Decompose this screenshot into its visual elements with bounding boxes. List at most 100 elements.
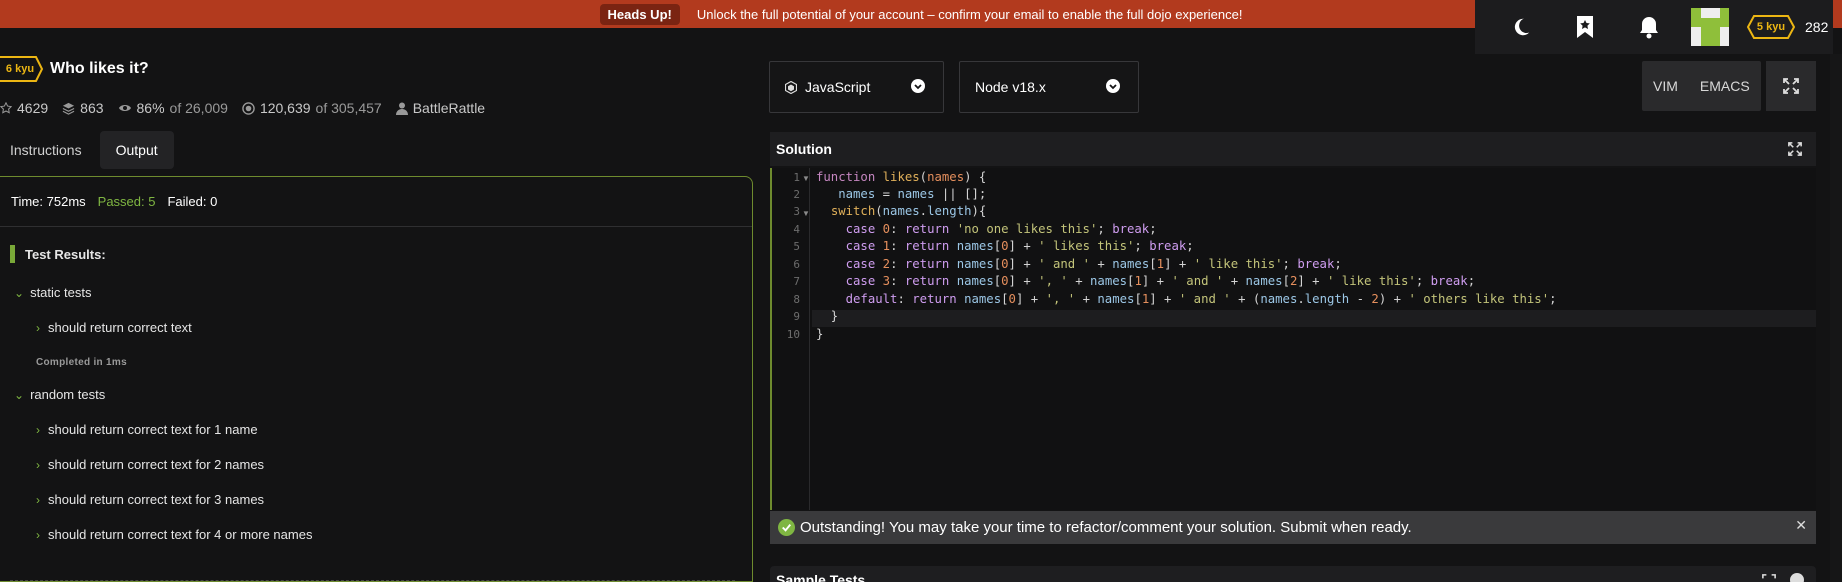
- code-line: switch(names.length){: [830, 204, 987, 218]
- code-line: default: return names[0] + ', ' + names[…: [845, 292, 1557, 306]
- heads-up-badge: Heads Up!: [599, 3, 680, 25]
- code-line: }: [816, 327, 824, 341]
- test-item[interactable]: › should return correct text for 4 or mo…: [36, 527, 312, 542]
- notifications-button[interactable]: [1617, 15, 1681, 39]
- check-circle-icon: [778, 519, 795, 536]
- line-number: 3: [793, 205, 800, 218]
- completed-stat: 120,639 of 305,457: [242, 100, 382, 116]
- language-select[interactable]: JavaScript: [769, 61, 944, 113]
- passed-label: Passed: 5: [97, 194, 156, 209]
- test-item[interactable]: › should return correct text for 1 name: [36, 422, 258, 437]
- close-icon[interactable]: ✕: [1795, 517, 1807, 534]
- tab-output[interactable]: Output: [99, 131, 174, 169]
- user-icon: [395, 102, 408, 115]
- version-select[interactable]: Node v18.x: [959, 61, 1139, 113]
- line-number: 9: [793, 310, 800, 323]
- output-panel: Time: 752ms Passed: 5 Failed: 0 Test Res…: [0, 176, 753, 582]
- stars-stat[interactable]: 4629: [0, 100, 48, 116]
- emacs-mode-button[interactable]: EMACS: [1689, 61, 1761, 111]
- time-label: Time: 752ms: [11, 194, 86, 209]
- avatar[interactable]: [1691, 8, 1729, 46]
- bell-icon: [1640, 17, 1658, 39]
- test-item[interactable]: › should return correct text: [36, 320, 192, 335]
- author-link[interactable]: BattleRattle: [395, 100, 485, 116]
- line-number: 8: [793, 293, 800, 306]
- editor-mode-group: VIM EMACS: [1642, 61, 1761, 111]
- satisfaction-stat: 86% of 26,009: [118, 100, 228, 116]
- active-line-highlight: [812, 310, 1816, 327]
- code-editor[interactable]: 1 2 3 4 5 6 7 8 9 10 ▼ ▼ function likes(…: [770, 168, 1816, 510]
- chevron-right-icon: ›: [36, 457, 40, 472]
- line-number: 4: [793, 223, 800, 236]
- kata-rank-badge: 6 kyu: [0, 56, 44, 82]
- test-summary: Time: 752ms Passed: 5 Failed: 0: [0, 177, 752, 227]
- success-message: Outstanding! You may take your time to r…: [800, 519, 1412, 536]
- results-bar: [10, 245, 15, 263]
- expand-icon: [1783, 78, 1799, 94]
- sample-tests-title: Sample Tests: [776, 572, 866, 582]
- moon-icon: [1514, 18, 1530, 36]
- fullscreen-button[interactable]: [1766, 61, 1816, 111]
- language-value: JavaScript: [805, 79, 871, 95]
- line-number: 6: [793, 258, 800, 271]
- code-line: case 0: return 'no one likes this'; brea…: [845, 222, 1157, 236]
- vim-mode-button[interactable]: VIM: [1642, 61, 1689, 111]
- chevron-down-icon: ⌄: [14, 387, 25, 402]
- user-toolbar: 5 kyu 282: [1475, 0, 1833, 54]
- group-static-tests[interactable]: ⌄ static tests: [14, 285, 91, 300]
- target-icon: [242, 101, 255, 115]
- sample-tests-header: Sample Tests: [770, 566, 1816, 582]
- chevron-down-icon: ⌄: [14, 285, 25, 300]
- kata-title: Who likes it?: [50, 60, 149, 77]
- help-icon[interactable]: [1790, 573, 1804, 582]
- code-line: case 3: return names[0] + ', ' + names[1…: [845, 274, 1476, 288]
- kata-rank-label: 6 kyu: [5, 63, 35, 75]
- honor-count: 282: [1805, 19, 1829, 35]
- eye-icon: [118, 105, 131, 111]
- chevron-down-icon: [911, 79, 925, 93]
- user-rank-badge: 5 kyu: [1747, 15, 1795, 39]
- solution-header: Solution: [770, 132, 1816, 166]
- expand-icon[interactable]: [1762, 574, 1776, 582]
- collections-stat[interactable]: 863: [62, 100, 104, 116]
- code-line: names = names || [];: [838, 187, 987, 201]
- code-line: function likes(names) {: [816, 170, 987, 184]
- fold-arrow-icon[interactable]: ▼: [802, 174, 810, 183]
- line-number: 2: [793, 188, 800, 201]
- line-gutter: 1 2 3 4 5 6 7 8 9 10 ▼ ▼: [772, 168, 810, 510]
- failed-label: Failed: 0: [167, 194, 218, 209]
- expand-icon[interactable]: [1788, 142, 1802, 156]
- code-line: case 1: return names[0] + ' likes this';…: [845, 239, 1194, 253]
- chevron-right-icon: ›: [36, 422, 40, 437]
- bookmark-star-icon: [1577, 16, 1593, 38]
- divider: [10, 580, 735, 581]
- test-item[interactable]: › should return correct text for 2 names: [36, 457, 264, 472]
- version-value: Node v18.x: [975, 79, 1046, 95]
- success-alert: Outstanding! You may take your time to r…: [770, 511, 1816, 544]
- line-number: 7: [793, 275, 800, 288]
- left-tabs: Instructions Output: [0, 131, 174, 169]
- chevron-right-icon: ›: [36, 492, 40, 507]
- layers-icon: [62, 102, 75, 115]
- dark-mode-toggle[interactable]: [1489, 16, 1553, 38]
- fold-arrow-icon[interactable]: ▼: [802, 209, 810, 218]
- bookmark-button[interactable]: [1553, 15, 1617, 39]
- javascript-icon: [785, 80, 797, 94]
- test-item[interactable]: › should return correct text for 3 names: [36, 492, 264, 507]
- solution-title: Solution: [776, 141, 832, 157]
- line-number: 5: [793, 240, 800, 253]
- chevron-right-icon: ›: [36, 527, 40, 542]
- line-number: 10: [786, 328, 800, 341]
- chevron-right-icon: ›: [36, 320, 40, 335]
- completed-time: Completed in 1ms: [36, 357, 127, 368]
- line-number: 1: [793, 171, 800, 184]
- chevron-down-icon: [1106, 79, 1120, 93]
- group-random-tests[interactable]: ⌄ random tests: [14, 387, 105, 402]
- star-icon: [0, 102, 12, 114]
- banner-message[interactable]: Unlock the full potential of your accoun…: [697, 7, 1243, 22]
- user-rank-label: 5 kyu: [1756, 21, 1786, 33]
- results-heading: Test Results:: [10, 245, 106, 263]
- page-scrollbar[interactable]: [1830, 54, 1842, 582]
- code-line: }: [816, 309, 839, 323]
- tab-instructions[interactable]: Instructions: [0, 131, 92, 169]
